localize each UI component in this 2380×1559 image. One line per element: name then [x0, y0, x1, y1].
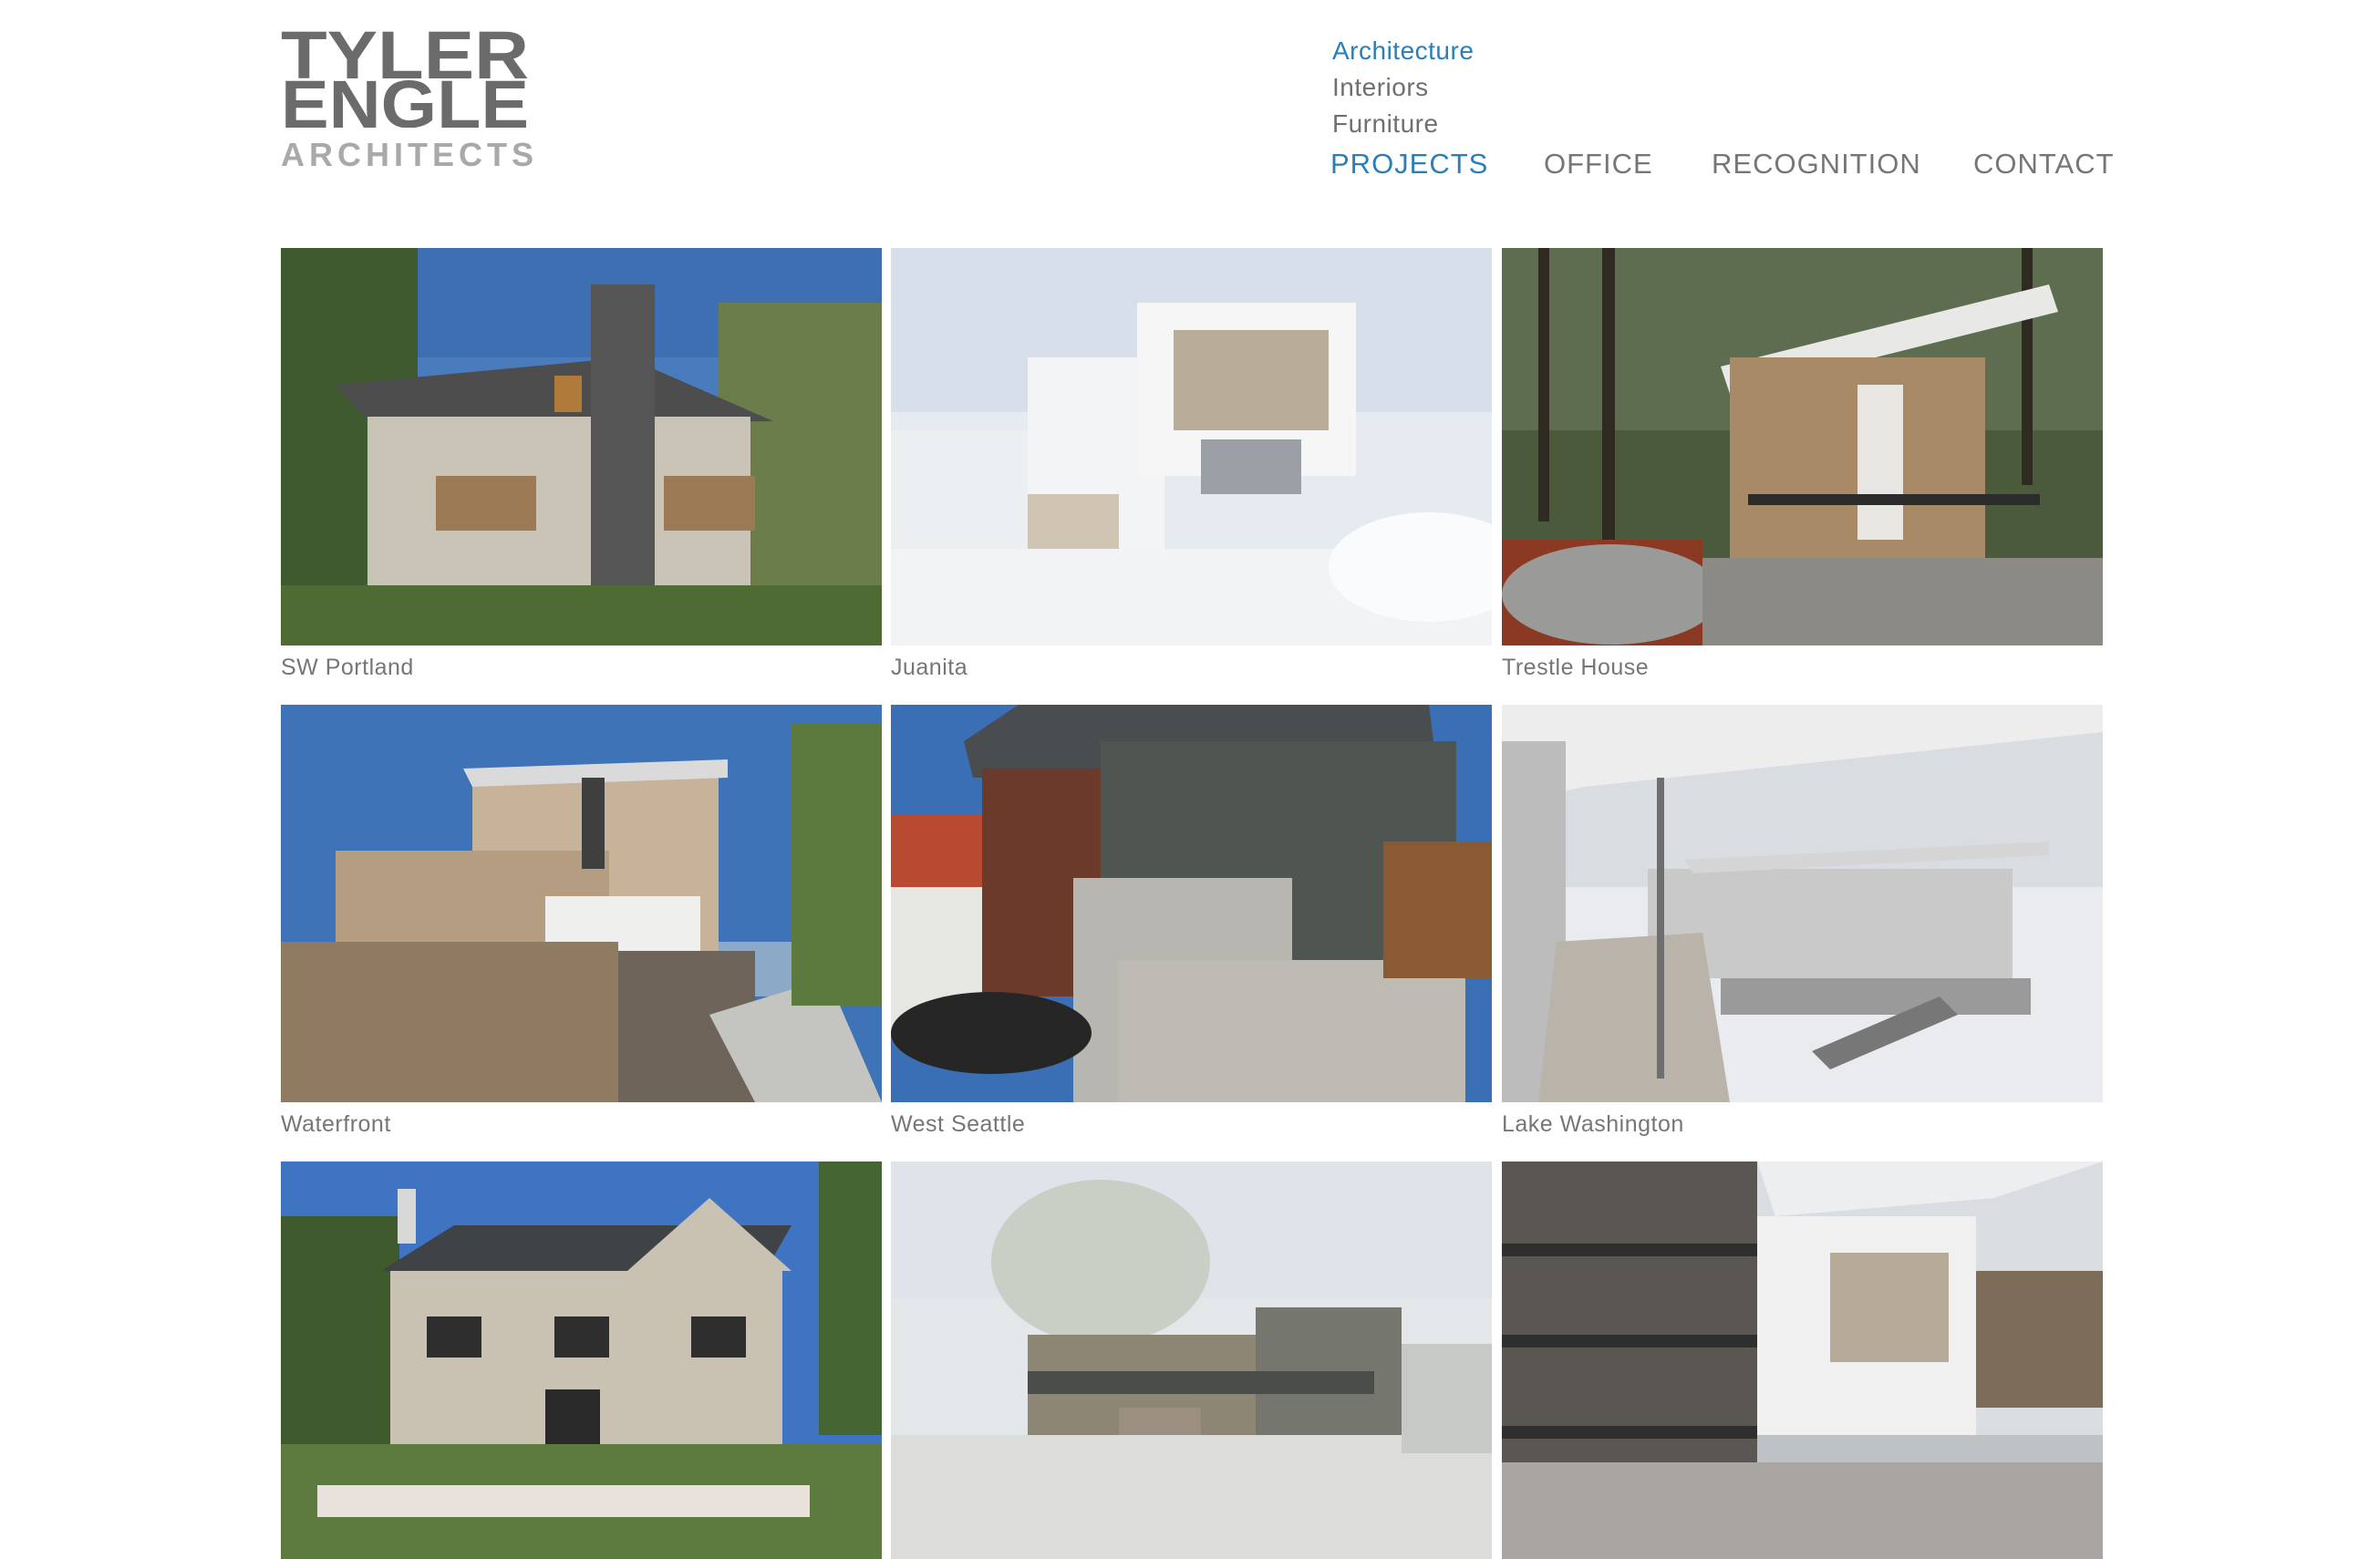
logo-line-2: ENGLE — [281, 67, 529, 128]
project-caption: SW Portland — [281, 655, 414, 680]
subnav-interiors[interactable]: Interiors — [1332, 69, 1474, 106]
nav-office[interactable]: OFFICE — [1544, 146, 1653, 182]
project-photo[interactable] — [891, 1162, 1492, 1559]
sub-navigation: Architecture Interiors Furniture — [1332, 33, 1474, 142]
project-caption: Lake Washington — [1502, 1111, 1684, 1137]
logo-mark: TYLER ENGLE — [281, 27, 529, 128]
project-caption: Waterfront — [281, 1111, 391, 1137]
project-caption: Trestle House — [1502, 655, 1650, 680]
subnav-architecture[interactable]: Architecture — [1332, 33, 1474, 69]
project-photo[interactable] — [281, 705, 882, 1102]
subnav-furniture[interactable]: Furniture — [1332, 106, 1474, 142]
project-photo[interactable] — [1502, 705, 2103, 1102]
logo-architects-text: ARCHITECTS — [281, 136, 538, 173]
logo[interactable]: TYLER ENGLE ARCHITECTS — [281, 27, 538, 178]
project-photo[interactable] — [1502, 1162, 2103, 1559]
nav-projects[interactable]: PROJECTS — [1330, 146, 1488, 182]
nav-contact[interactable]: CONTACT — [1973, 146, 2115, 182]
project-caption: Juanita — [891, 655, 968, 680]
nav-recognition[interactable]: RECOGNITION — [1712, 146, 1921, 182]
project-photo[interactable] — [281, 1162, 882, 1559]
project-caption: West Seattle — [891, 1111, 1026, 1137]
project-photo[interactable] — [891, 705, 1492, 1102]
project-photo[interactable] — [1502, 248, 2103, 645]
project-photo[interactable] — [281, 248, 882, 645]
project-photo[interactable] — [891, 248, 1492, 645]
